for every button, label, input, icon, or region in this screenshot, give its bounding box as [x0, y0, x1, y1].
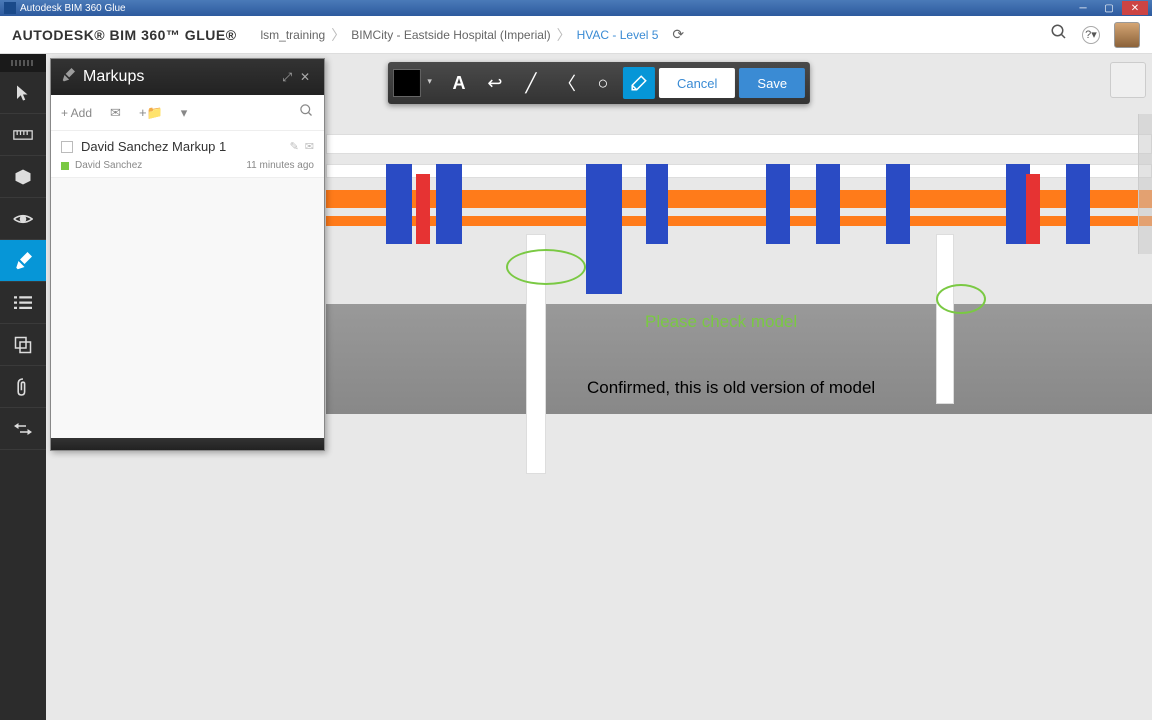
markup-text-green[interactable]: Please check model — [645, 312, 797, 332]
viewcube[interactable] — [1110, 62, 1146, 98]
markup-text-black[interactable]: Confirmed, this is old version of model — [587, 378, 875, 398]
minimize-button[interactable]: ─ — [1070, 1, 1096, 15]
text-tool[interactable]: A — [443, 67, 475, 99]
line-tool[interactable]: ╱ — [515, 67, 547, 99]
save-button[interactable]: Save — [739, 68, 805, 98]
status-indicator — [61, 162, 69, 170]
breadcrumb-model[interactable]: BIMCity - Eastside Hospital (Imperial) — [345, 28, 556, 42]
markup-author: David Sanchez — [75, 160, 246, 171]
markup-mail-icon[interactable]: ✉ — [305, 140, 314, 153]
markup-list-item[interactable]: David Sanchez Markup 1 ✎ ✉ David Sanchez… — [51, 131, 324, 178]
dropdown-icon[interactable]: ▾ — [181, 105, 188, 121]
markup-edit-icon[interactable]: ✎ — [290, 140, 299, 153]
mail-icon[interactable]: ✉ — [110, 105, 121, 121]
app-header: AUTODESK® BIM 360™ GLUE® lsm_training 〉 … — [0, 16, 1152, 54]
help-icon[interactable]: ?▾ — [1082, 26, 1100, 44]
markup-ellipse[interactable] — [506, 249, 586, 285]
window-title: Autodesk BIM 360 Glue — [20, 3, 1070, 14]
window-titlebar: Autodesk BIM 360 Glue ─ ▢ ✕ — [0, 0, 1152, 16]
app-logo: AUTODESK® BIM 360™ GLUE® — [12, 27, 237, 43]
markup-toolbar: A ↩ ╱ 〈 ○ Cancel Save — [388, 62, 810, 104]
color-picker[interactable] — [393, 69, 421, 97]
close-button[interactable]: ✕ — [1122, 1, 1148, 15]
panel-toolbar: + Add ✉ +📁 ▾ — [51, 95, 324, 131]
panel-close-icon[interactable]: ✕ — [296, 70, 314, 84]
markups-tool[interactable] — [0, 240, 46, 282]
markup-checkbox[interactable] — [61, 141, 73, 153]
panel-footer[interactable] — [51, 438, 324, 450]
add-folder-icon[interactable]: +📁 — [139, 105, 163, 121]
markups-panel: Markups ⤢ ✕ + Add ✉ +📁 ▾ David Sanchez M… — [50, 58, 325, 451]
circle-tool[interactable]: ○ — [587, 67, 619, 99]
3d-scene — [326, 94, 1152, 414]
left-toolbar — [0, 54, 46, 720]
list-tool[interactable] — [0, 282, 46, 324]
chevron-right-icon: 〉 — [331, 25, 345, 45]
sync-tool[interactable] — [0, 408, 46, 450]
panel-body — [51, 178, 324, 438]
breadcrumb-view[interactable]: HVAC - Level 5 — [571, 28, 665, 42]
arrow-tool[interactable]: ↩ — [479, 67, 511, 99]
app-icon — [4, 2, 16, 14]
markup-icon — [61, 68, 75, 87]
chevron-right-icon: 〉 — [557, 25, 571, 45]
toolbar-grip[interactable] — [0, 54, 46, 72]
panel-header[interactable]: Markups ⤢ ✕ — [51, 59, 324, 95]
breadcrumb-project[interactable]: lsm_training — [255, 28, 332, 42]
panel-expand-icon[interactable]: ⤢ — [278, 70, 296, 85]
polyline-tool[interactable]: 〈 — [551, 67, 583, 99]
panel-title: Markups — [83, 68, 278, 86]
select-tool[interactable] — [0, 72, 46, 114]
maximize-button[interactable]: ▢ — [1096, 1, 1122, 15]
add-markup-button[interactable]: + Add — [61, 106, 92, 120]
eraser-tool[interactable] — [623, 67, 655, 99]
markup-name: David Sanchez Markup 1 — [81, 139, 282, 154]
models-tool[interactable] — [0, 156, 46, 198]
search-icon[interactable] — [1050, 23, 1068, 46]
attachments-tool[interactable] — [0, 366, 46, 408]
views-tool[interactable] — [0, 198, 46, 240]
refresh-icon[interactable]: ⟳ — [672, 26, 684, 43]
clash-tool[interactable] — [0, 324, 46, 366]
navigation-bar[interactable] — [1138, 114, 1152, 254]
markup-ellipse[interactable] — [936, 284, 986, 314]
breadcrumb: lsm_training 〉 BIMCity - Eastside Hospit… — [255, 25, 685, 45]
markup-time: 11 minutes ago — [246, 160, 314, 171]
cancel-button[interactable]: Cancel — [659, 68, 735, 98]
panel-search-icon[interactable] — [299, 103, 314, 123]
measure-tool[interactable] — [0, 114, 46, 156]
user-avatar[interactable] — [1114, 22, 1140, 48]
